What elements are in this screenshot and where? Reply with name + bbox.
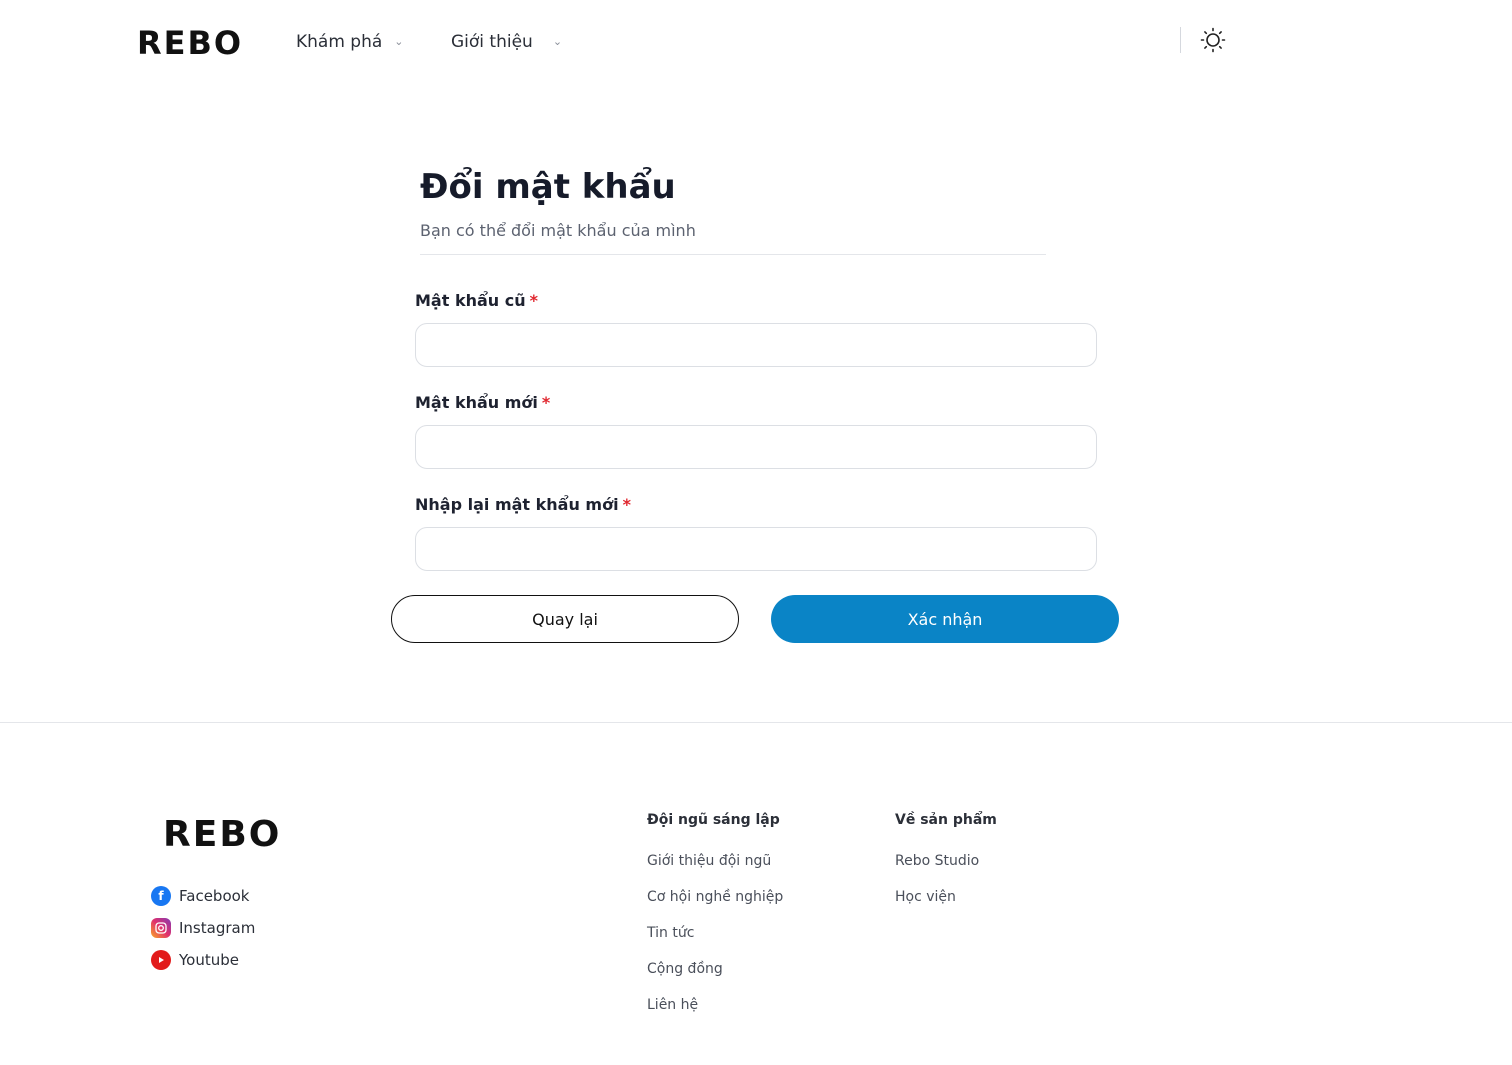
nav-kham-pha[interactable]: Khám phá ⌄ xyxy=(296,30,404,54)
youtube-icon xyxy=(151,950,171,970)
header-divider xyxy=(1180,27,1181,53)
nav-label: Khám phá xyxy=(296,32,383,52)
required-mark: * xyxy=(622,495,631,514)
chevron-down-icon: ⌄ xyxy=(394,35,404,48)
required-mark: * xyxy=(541,393,551,412)
label-text: Mật khẩu cũ xyxy=(415,291,526,310)
footer-col-title-founders: Đội ngũ sáng lập xyxy=(647,812,780,828)
footer-divider xyxy=(0,722,1512,723)
footer-link-team[interactable]: Giới thiệu đội ngũ xyxy=(647,851,771,871)
new-password-label: Mật khẩu mới * xyxy=(415,392,550,414)
footer-col-title-products: Về sản phẩm xyxy=(895,812,997,828)
back-button[interactable]: Quay lại xyxy=(391,595,739,643)
confirm-button[interactable]: Xác nhận xyxy=(771,595,1119,643)
sun-icon[interactable] xyxy=(1200,27,1226,53)
footer-link-contact[interactable]: Liên hệ xyxy=(647,995,698,1015)
nav-gioi-thieu[interactable]: Giới thiệu ⌄ xyxy=(451,30,562,54)
instagram-link[interactable]: Instagram xyxy=(151,918,255,938)
footer-link-careers[interactable]: Cơ hội nghề nghiệp xyxy=(647,887,783,907)
footer-link-community[interactable]: Cộng đồng xyxy=(647,959,723,979)
footer-link-rebo-studio[interactable]: Rebo Studio xyxy=(895,851,979,871)
footer-link-academy[interactable]: Học viện xyxy=(895,887,956,907)
confirm-password-input[interactable] xyxy=(415,527,1097,571)
footer-link-news[interactable]: Tin tức xyxy=(647,923,694,943)
page: REBO Khám phá ⌄ Giới thiệu ⌄ Đổi mật khẩ… xyxy=(0,0,1512,1065)
old-password-input[interactable] xyxy=(415,323,1097,367)
chevron-down-icon: ⌄ xyxy=(552,35,563,48)
header: REBO Khám phá ⌄ Giới thiệu ⌄ xyxy=(0,0,1512,84)
social-label: Youtube xyxy=(179,951,239,969)
nav-label: Giới thiệu xyxy=(451,32,533,52)
logo[interactable]: REBO xyxy=(137,24,243,62)
instagram-icon xyxy=(151,918,171,938)
old-password-label: Mật khẩu cũ * xyxy=(415,290,538,312)
confirm-password-label: Nhập lại mật khẩu mới * xyxy=(415,494,631,516)
divider xyxy=(420,254,1046,255)
page-title: Đổi mật khẩu xyxy=(420,167,676,207)
label-text: Nhập lại mật khẩu mới xyxy=(415,495,619,514)
footer-logo[interactable]: REBO xyxy=(163,814,281,856)
youtube-link[interactable]: Youtube xyxy=(151,950,239,970)
facebook-icon: f xyxy=(151,886,171,906)
facebook-link[interactable]: f Facebook xyxy=(151,886,249,906)
required-mark: * xyxy=(529,291,538,310)
label-text: Mật khẩu mới xyxy=(415,393,538,412)
social-label: Instagram xyxy=(179,919,256,937)
social-label: Facebook xyxy=(179,887,250,905)
new-password-input[interactable] xyxy=(415,425,1097,469)
page-subtitle: Bạn có thể đổi mật khẩu của mình xyxy=(420,221,696,240)
